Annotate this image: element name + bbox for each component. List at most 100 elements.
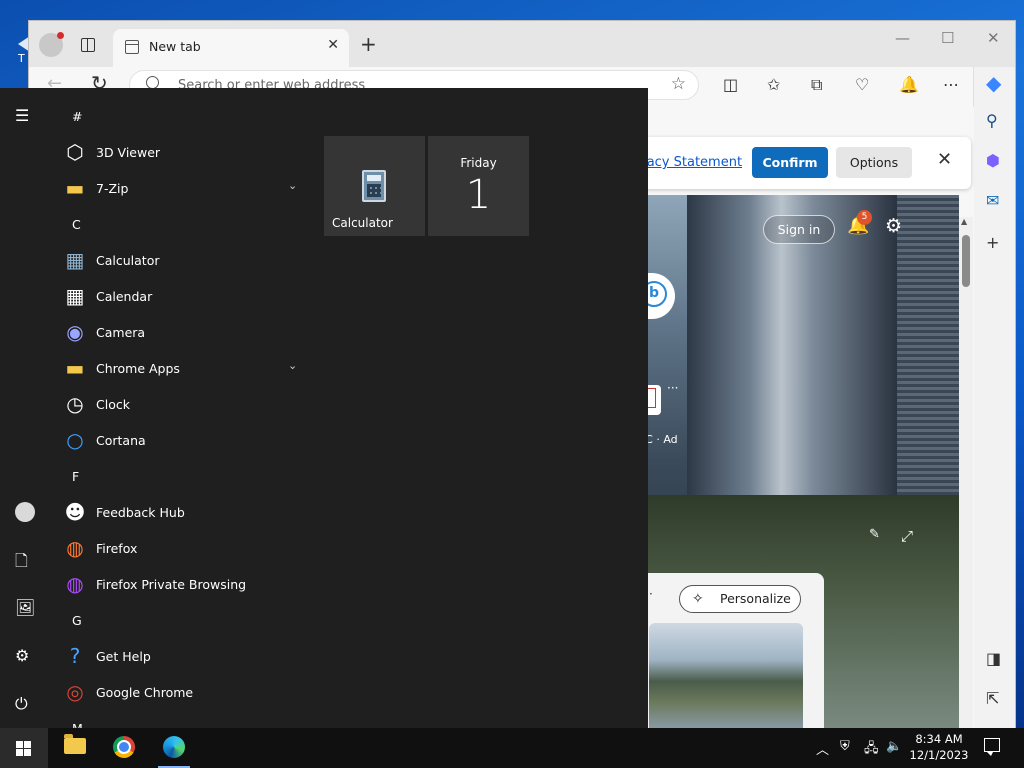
app-item[interactable]: ○ Cortana	[58, 424, 308, 458]
cookie-banner: vacy Statement Confirm Options ✕	[629, 137, 971, 189]
browser-essentials-icon[interactable]: ♡	[855, 75, 869, 94]
app-list[interactable]: # ⬡ 3D Viewer ▬ 7-Zip ⌄ C ▦ Calculator ▦ Calendar ◉…	[58, 100, 308, 728]
scroll-up-icon[interactable]: ▲	[961, 217, 967, 226]
app-item[interactable]: ▦ Calendar	[58, 280, 308, 314]
app-item[interactable]: ? Get Help	[58, 640, 308, 674]
favorite-star-icon[interactable]: ☆	[671, 74, 686, 94]
show-hidden-icons-chevron[interactable]: ︿	[816, 739, 829, 758]
tab-close-icon[interactable]: ✕	[327, 37, 339, 53]
edit-background-icon[interactable]: ✎	[869, 527, 880, 542]
more-menu-icon[interactable]: ⋯	[943, 75, 959, 94]
scrollbar-thumb[interactable]	[962, 235, 970, 287]
profile-avatar[interactable]	[39, 32, 64, 57]
taskbar: ︿ ⛨ 🖧 🔈 8:34 AM 12/1/2023	[0, 728, 1024, 768]
firefox-private-icon: ◍	[66, 572, 84, 596]
clock[interactable]: 8:34 AM 12/1/2023	[900, 731, 978, 763]
app-label: Firefox Private Browsing	[96, 577, 247, 592]
edge-icon	[163, 736, 185, 758]
tab-new-tab[interactable]: New tab ✕	[113, 29, 349, 67]
cube-icon: ⬡	[66, 140, 84, 164]
app-label: Cortana	[96, 433, 146, 448]
settings-icon[interactable]: ⚙	[15, 646, 29, 665]
hide-sidebar-icon[interactable]: ◨	[986, 649, 1001, 668]
maximize-button[interactable]: ☐	[941, 29, 954, 47]
desktop-shortcut-label: T	[18, 52, 25, 65]
options-button[interactable]: Options	[836, 147, 912, 178]
tab-actions-icon[interactable]	[81, 38, 95, 52]
m365-icon[interactable]: ⬢	[986, 151, 1000, 170]
app-label: Calendar	[96, 289, 153, 304]
chevron-down-icon[interactable]: ⌄	[288, 359, 297, 372]
power-icon[interactable]: ⏻	[15, 694, 28, 714]
start-rail: ☰ 🗋 🖼 ⚙ ⏻	[0, 88, 50, 728]
feed-menu-icon[interactable]: ·	[649, 587, 653, 601]
collections-icon[interactable]: ⧉	[811, 75, 822, 95]
chevron-down-icon[interactable]: ⌄	[288, 179, 297, 192]
folder-icon: ▬	[65, 176, 85, 200]
copilot-icon[interactable]: ◆	[986, 71, 1001, 95]
group-letter[interactable]: #	[72, 109, 82, 124]
app-item[interactable]: ◉ Camera	[58, 316, 308, 350]
tab-page-icon	[125, 40, 139, 54]
ad-menu-icon[interactable]: ···	[667, 381, 678, 395]
calendar-icon: ▦	[65, 284, 85, 308]
group-letter[interactable]: M	[72, 721, 83, 728]
taskbar-file-explorer[interactable]	[50, 732, 98, 768]
app-item[interactable]: ◎ Google Chrome	[58, 676, 308, 710]
add-sidebar-app-icon[interactable]: +	[986, 233, 999, 252]
hamburger-menu-icon[interactable]: ☰	[15, 106, 29, 125]
start-button[interactable]	[0, 728, 48, 768]
group-letter[interactable]: C	[72, 217, 81, 232]
calculator-tile-label: Calculator	[332, 216, 393, 230]
confirm-button[interactable]: Confirm	[752, 147, 828, 178]
windows-logo-icon	[16, 741, 32, 756]
user-account-icon[interactable]	[15, 502, 35, 522]
clock-time: 8:34 AM	[915, 732, 963, 746]
calendar-tile[interactable]: Friday 1	[428, 136, 529, 236]
feed-card-image[interactable]	[649, 623, 803, 729]
favorites-icon[interactable]: ✩	[767, 75, 780, 94]
app-item[interactable]: ☻ Feedback Hub	[58, 496, 308, 530]
security-icon[interactable]: ⛨	[840, 739, 850, 754]
app-item[interactable]: ⬡ 3D Viewer	[58, 136, 308, 170]
app-item[interactable]: ▦ Calculator	[58, 244, 308, 278]
scrollbar[interactable]: ▲	[959, 217, 973, 729]
documents-icon[interactable]: 🗋	[15, 550, 28, 577]
group-letter[interactable]: G	[72, 613, 82, 628]
personalize-button[interactable]: ✧ Personalize	[679, 585, 801, 613]
split-screen-icon[interactable]: ◫	[723, 75, 738, 94]
network-icon[interactable]: 🖧	[864, 739, 879, 761]
app-item[interactable]: ▬ 7-Zip ⌄	[58, 172, 308, 206]
app-item[interactable]: ▬ Chrome Apps ⌄	[58, 352, 308, 386]
action-center-icon[interactable]	[984, 738, 1000, 756]
clock-icon: ◷	[66, 392, 84, 416]
app-item[interactable]: ◍ Firefox	[58, 532, 308, 566]
new-tab-button[interactable]: +	[360, 32, 377, 56]
feedback-icon: ☻	[64, 500, 86, 524]
app-label: Camera	[96, 325, 146, 340]
news-feed: · ✧ Personalize	[629, 573, 824, 729]
taskbar-chrome[interactable]	[100, 732, 148, 768]
outlook-icon[interactable]: ✉	[986, 191, 999, 210]
sidebar-search-icon[interactable]: ⚲	[986, 111, 998, 130]
folder-icon: ▬	[65, 356, 85, 380]
settings-gear-icon[interactable]: ⚙	[885, 215, 902, 237]
minimize-button[interactable]: —	[895, 29, 910, 47]
app-item[interactable]: ◍ Firefox Private Browsing	[58, 568, 308, 602]
personalize-label: Personalize	[720, 591, 791, 606]
group-letter[interactable]: F	[72, 469, 79, 484]
expand-icon[interactable]: ⤢	[901, 527, 913, 545]
notifications-bell-icon[interactable]: 🔔	[899, 75, 919, 94]
app-label: Clock	[96, 397, 130, 412]
sign-in-button[interactable]: Sign in	[763, 215, 835, 244]
open-external-icon[interactable]: ⇱	[986, 689, 999, 708]
pictures-icon[interactable]: 🖼	[15, 598, 35, 617]
close-window-button[interactable]: ✕	[987, 29, 1000, 47]
app-item[interactable]: ◷ Clock	[58, 388, 308, 422]
app-label: Chrome Apps	[96, 361, 180, 376]
calculator-tile[interactable]: Calculator	[324, 136, 425, 236]
privacy-statement-link[interactable]: vacy Statement	[639, 155, 742, 170]
app-label: Get Help	[96, 649, 151, 664]
taskbar-edge[interactable]	[150, 732, 198, 768]
cookie-close-icon[interactable]: ✕	[937, 149, 952, 170]
